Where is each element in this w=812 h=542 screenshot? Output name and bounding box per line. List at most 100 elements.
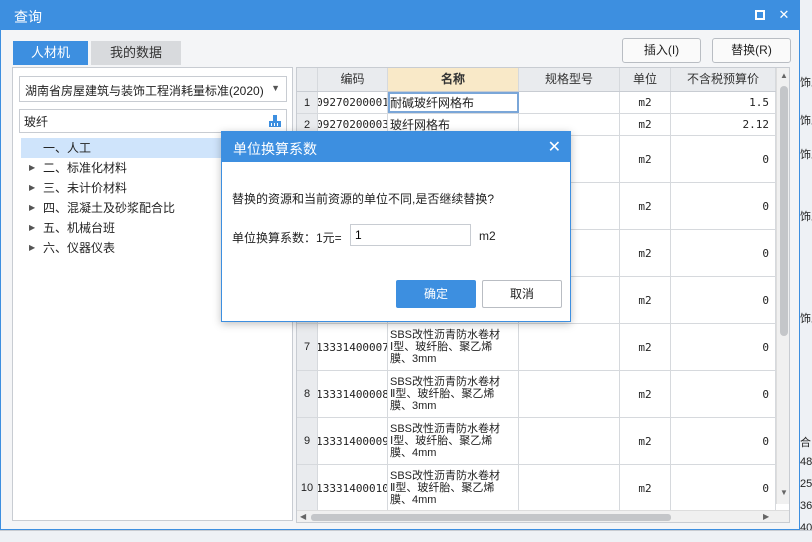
- code-cell[interactable]: 13331400007: [318, 324, 388, 370]
- header-unit[interactable]: 单位: [620, 68, 671, 91]
- unit-cell[interactable]: m2: [620, 114, 671, 135]
- tree-item-label: 四、混凝土及砂浆配合比: [43, 201, 176, 215]
- name-cell[interactable]: SBS改性沥青防水卷材 Ⅱ型、玻纤胎、聚乙烯 膜、3mm: [388, 371, 519, 417]
- background-text: 饰工: [800, 77, 812, 89]
- row-number-cell[interactable]: 7: [297, 324, 318, 370]
- unit-cell[interactable]: m2: [620, 230, 671, 276]
- close-icon[interactable]: ✕: [775, 6, 793, 24]
- code-cell[interactable]: 13331400009: [318, 418, 388, 464]
- background-text: 饰工: [800, 313, 812, 325]
- unit-conversion-dialog: 单位换算系数 ✕ 替换的资源和当前资源的单位不同,是否继续替换? 单位换算系数：…: [221, 131, 571, 322]
- background-text: 合: [800, 437, 811, 449]
- scroll-thumb[interactable]: [311, 514, 671, 521]
- factor-label: 单位换算系数：1元=: [232, 231, 342, 245]
- header-row-number: [297, 68, 318, 91]
- maximize-icon[interactable]: [751, 6, 769, 24]
- row-number-cell[interactable]: 10: [297, 465, 318, 511]
- table-row[interactable]: 9 13331400009 SBS改性沥青防水卷材 Ⅰ型、玻纤胎、聚乙烯 膜、4mm…: [297, 418, 776, 465]
- scroll-up-icon[interactable]: ▲: [780, 71, 788, 80]
- unit-cell[interactable]: m2: [620, 92, 671, 113]
- background-app-bottom: [0, 530, 812, 542]
- quota-library-select[interactable]: 湖南省房屋建筑与装饰工程消耗量标准(2020) ▼: [19, 76, 287, 102]
- spec-cell[interactable]: [519, 418, 620, 464]
- row-number-cell[interactable]: 1: [297, 92, 318, 113]
- expand-arrow-icon[interactable]: ▶: [29, 238, 35, 258]
- row-number-cell[interactable]: 8: [297, 371, 318, 417]
- table-row[interactable]: 10 13331400010 SBS改性沥青防水卷材 Ⅱ型、玻纤胎、聚乙烯 膜、4m…: [297, 465, 776, 512]
- code-cell[interactable]: 09270200001: [318, 92, 388, 113]
- row-number-cell[interactable]: 9: [297, 418, 318, 464]
- header-code[interactable]: 编码: [318, 68, 388, 91]
- header-spec[interactable]: 规格型号: [519, 68, 620, 91]
- expand-arrow-icon[interactable]: ▶: [29, 178, 35, 198]
- tree-item-label: 一、人工: [43, 141, 92, 155]
- clear-filter-icon[interactable]: [268, 114, 282, 128]
- name-cell[interactable]: 耐碱玻纤网格布: [388, 92, 519, 113]
- vertical-scrollbar[interactable]: ▲ ▼: [776, 68, 789, 504]
- chevron-down-icon: ▼: [271, 83, 280, 93]
- price-cell[interactable]: 2.12: [671, 114, 776, 135]
- spec-cell[interactable]: [519, 324, 620, 370]
- unit-cell[interactable]: m2: [620, 136, 671, 182]
- background-app-edge: 饰工 饰工 饰工 饰工 饰工 合 489 25 363 40: [800, 0, 812, 542]
- unit-cell[interactable]: m2: [620, 465, 671, 511]
- name-cell[interactable]: SBS改性沥青防水卷材 Ⅰ型、玻纤胎、聚乙烯 膜、3mm: [388, 324, 519, 370]
- price-cell[interactable]: 0: [671, 136, 776, 182]
- header-price[interactable]: 不含税预算价: [671, 68, 776, 91]
- dialog-message: 替换的资源和当前资源的单位不同,是否继续替换?: [232, 192, 495, 206]
- horizontal-scrollbar[interactable]: ◀ ▶: [297, 510, 789, 522]
- tree-item-label: 二、标准化材料: [43, 161, 128, 175]
- unit-cell[interactable]: m2: [620, 324, 671, 370]
- price-cell[interactable]: 0: [671, 230, 776, 276]
- dialog-title-bar: 单位换算系数 ✕: [222, 132, 570, 162]
- unit-cell[interactable]: m2: [620, 418, 671, 464]
- tab-materials[interactable]: 人材机: [13, 41, 88, 65]
- price-cell[interactable]: 0: [671, 371, 776, 417]
- background-text: 489: [800, 456, 812, 468]
- name-cell[interactable]: SBS改性沥青防水卷材 Ⅱ型、玻纤胎、聚乙烯 膜、4mm: [388, 465, 519, 511]
- search-input[interactable]: [24, 113, 254, 129]
- cancel-button[interactable]: 取消: [482, 280, 562, 308]
- replace-button[interactable]: 替换(R): [712, 38, 791, 63]
- code-cell[interactable]: 13331400010: [318, 465, 388, 511]
- table-row[interactable]: 1 09270200001 耐碱玻纤网格布 m2 1.5: [297, 92, 776, 114]
- dialog-close-icon[interactable]: ✕: [548, 137, 561, 157]
- expand-arrow-icon[interactable]: ▶: [29, 218, 35, 238]
- price-cell[interactable]: 0: [671, 277, 776, 323]
- expand-arrow-icon[interactable]: ▶: [29, 158, 35, 178]
- price-cell[interactable]: 1.5: [671, 92, 776, 113]
- query-window: 查询 ✕ 人材机 我的数据 插入(I) 替换(R) 湖南省房屋建筑与装饰工程消耗…: [0, 0, 800, 530]
- background-text: 饰工: [800, 115, 812, 127]
- scroll-right-icon[interactable]: ▶: [763, 512, 769, 521]
- spec-cell[interactable]: [519, 465, 620, 511]
- name-cell[interactable]: SBS改性沥青防水卷材 Ⅰ型、玻纤胎、聚乙烯 膜、4mm: [388, 418, 519, 464]
- price-cell[interactable]: 0: [671, 418, 776, 464]
- scroll-left-icon[interactable]: ◀: [300, 512, 306, 521]
- title-bar: 查询 ✕: [1, 1, 799, 30]
- expand-arrow-icon[interactable]: ▶: [29, 198, 35, 218]
- header-name[interactable]: 名称: [388, 68, 519, 91]
- spec-cell[interactable]: [519, 92, 620, 113]
- factor-unit: m2: [479, 229, 496, 243]
- unit-cell[interactable]: m2: [620, 183, 671, 229]
- tab-my-data[interactable]: 我的数据: [91, 41, 181, 65]
- scroll-down-icon[interactable]: ▼: [780, 488, 788, 497]
- price-cell[interactable]: 0: [671, 465, 776, 511]
- background-text: 25: [800, 478, 812, 490]
- background-text: 饰工: [800, 211, 812, 223]
- unit-cell[interactable]: m2: [620, 371, 671, 417]
- window-title: 查询: [14, 9, 42, 25]
- spec-cell[interactable]: [519, 371, 620, 417]
- background-text: 363: [800, 500, 812, 512]
- price-cell[interactable]: 0: [671, 324, 776, 370]
- code-cell[interactable]: 13331400008: [318, 371, 388, 417]
- factor-input[interactable]: [350, 224, 471, 246]
- table-row[interactable]: 7 13331400007 SBS改性沥青防水卷材 Ⅰ型、玻纤胎、聚乙烯 膜、3mm…: [297, 324, 776, 371]
- table-row[interactable]: 8 13331400008 SBS改性沥青防水卷材 Ⅱ型、玻纤胎、聚乙烯 膜、3mm…: [297, 371, 776, 418]
- dialog-title: 单位换算系数: [233, 141, 317, 157]
- ok-button[interactable]: 确定: [396, 280, 476, 308]
- unit-cell[interactable]: m2: [620, 277, 671, 323]
- insert-button[interactable]: 插入(I): [622, 38, 701, 63]
- scroll-thumb[interactable]: [780, 86, 788, 336]
- price-cell[interactable]: 0: [671, 183, 776, 229]
